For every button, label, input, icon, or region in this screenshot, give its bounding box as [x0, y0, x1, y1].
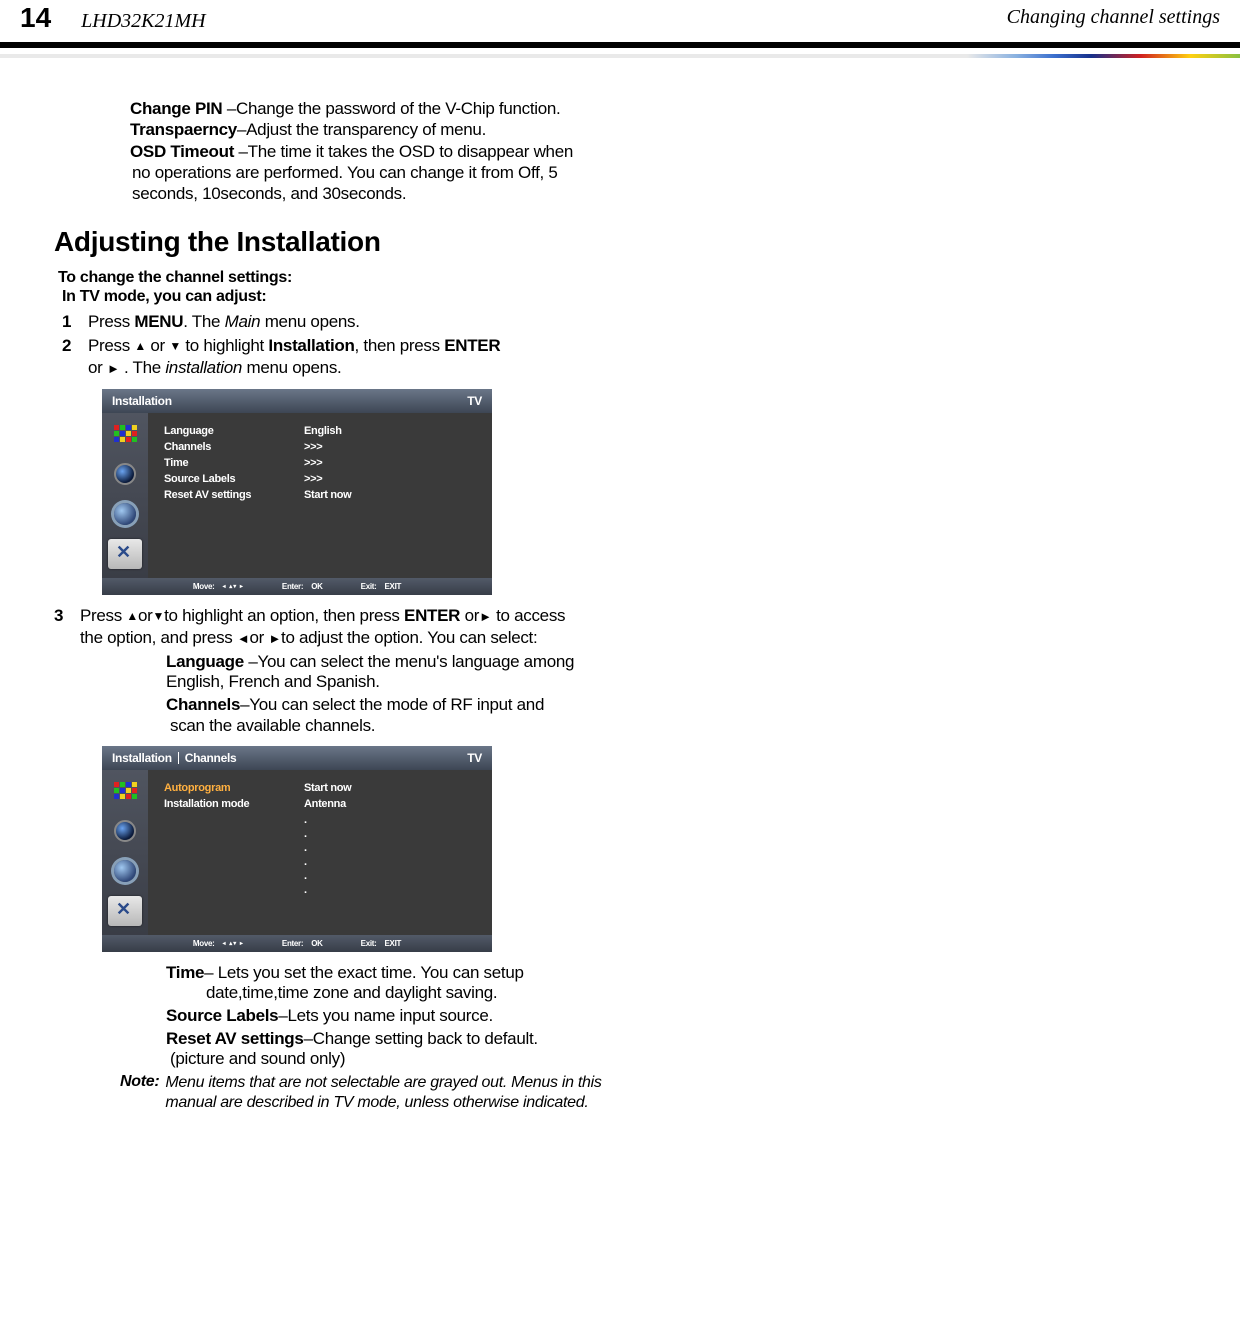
osd-main-panel: LanguageEnglish Channels>>> Time>>> Sour… — [148, 413, 492, 578]
nav-arrows-icon: ◂ ▴▾ ▸ — [223, 583, 244, 590]
osd-timeout-line-1: OSD Timeout –The time it takes the OSD t… — [130, 141, 720, 162]
desc-channels-2: scan the available channels. — [170, 716, 720, 736]
sound-icon — [108, 816, 142, 846]
desc-time: Time– Lets you set the exact time. You c… — [166, 962, 720, 983]
nav-arrows-icon: ◂ ▴▾ ▸ — [223, 940, 244, 947]
desc-time-2: date,time,time zone and daylight saving. — [206, 983, 720, 1003]
desc-reset-av-2: (picture and sound only) — [170, 1049, 720, 1069]
osd-dot: . — [304, 842, 482, 856]
osd-row-language: LanguageEnglish — [164, 425, 482, 437]
osd-dot: . — [304, 884, 482, 898]
picture-icon — [108, 776, 142, 806]
right-triangle-icon: ► — [268, 631, 281, 646]
osd-sidebar — [102, 770, 148, 935]
osd-main-panel: AutoprogramStart now Installation modeAn… — [148, 770, 492, 935]
transparency-line: Transpaerncy–Adjust the transparency of … — [130, 119, 720, 140]
subhead-change-channel: To change the channel settings: — [58, 268, 720, 287]
osd-dot: . — [304, 856, 482, 870]
osd-row-time: Time>>> — [164, 457, 482, 469]
left-triangle-icon: ◄ — [237, 631, 250, 646]
step-3: 3 Press ▲or▼to highlight an option, then… — [80, 605, 720, 649]
osd-footer: Move:◂ ▴▾ ▸ Enter:OK Exit:EXIT — [102, 935, 492, 952]
osd-installation-screenshot: Installation TV — [102, 389, 492, 595]
down-triangle-icon: ▼ — [169, 339, 181, 353]
osd-dot: . — [304, 814, 482, 828]
header-divider — [0, 42, 1240, 48]
osd-row-reset-av: Reset AV settingsStart now — [164, 489, 482, 501]
tools-icon — [108, 539, 142, 569]
sound-icon — [108, 459, 142, 489]
breadcrumb-separator-icon — [178, 752, 179, 764]
up-triangle-icon: ▲ — [134, 339, 146, 353]
settings-gear-icon — [108, 499, 142, 529]
osd-sidebar — [102, 413, 148, 578]
osd-timeout-line-2: no operations are performed. You can cha… — [132, 162, 720, 183]
osd-dot: . — [304, 870, 482, 884]
desc-source-labels: Source Labels–Lets you name input source… — [166, 1005, 720, 1026]
subhead-tv-mode: In TV mode, you can adjust: — [62, 287, 720, 306]
osd-row-source-labels: Source Labels>>> — [164, 473, 482, 485]
osd-row-channels: Channels>>> — [164, 441, 482, 453]
heading-adjusting-installation: Adjusting the Installation — [54, 226, 720, 258]
section-title: Changing channel settings — [1007, 6, 1220, 29]
osd-timeout-line-3: seconds, 10seconds, and 30seconds. — [132, 183, 720, 204]
osd-row-installation-mode: Installation modeAntenna — [164, 798, 482, 810]
desc-language: Language –You can select the menu's lang… — [166, 651, 720, 672]
desc-language-2: English, French and Spanish. — [166, 672, 720, 692]
settings-gear-icon — [108, 856, 142, 886]
right-triangle-icon: ► — [479, 609, 492, 624]
picture-icon — [108, 419, 142, 449]
change-pin-line: Change PIN –Change the password of the V… — [130, 98, 720, 119]
right-triangle-icon: ► — [107, 361, 120, 376]
step-1: 1 Press MENU. The Main menu opens. — [88, 311, 720, 333]
page-number: 14 — [20, 2, 51, 34]
model-number: LHD32K21MH — [81, 10, 205, 33]
osd-dot: . — [304, 828, 482, 842]
up-triangle-icon: ▲ — [126, 609, 138, 623]
note: Note: Menu items that are not selectable… — [120, 1073, 720, 1111]
osd-row-autoprogram: AutoprogramStart now — [164, 782, 482, 794]
step-2: 2 Press ▲ or ▼ to highlight Installation… — [88, 335, 720, 379]
desc-channels: Channels–You can select the mode of RF i… — [166, 694, 720, 715]
osd-titlebar: Installation Channels TV — [102, 746, 492, 770]
osd-titlebar: Installation TV — [102, 389, 492, 413]
osd-channels-screenshot: Installation Channels TV — [102, 746, 492, 952]
tools-icon — [108, 896, 142, 926]
osd-footer: Move:◂ ▴▾ ▸ Enter:OK Exit:EXIT — [102, 578, 492, 595]
down-triangle-icon: ▼ — [153, 609, 165, 623]
desc-reset-av: Reset AV settings–Change setting back to… — [166, 1028, 720, 1049]
